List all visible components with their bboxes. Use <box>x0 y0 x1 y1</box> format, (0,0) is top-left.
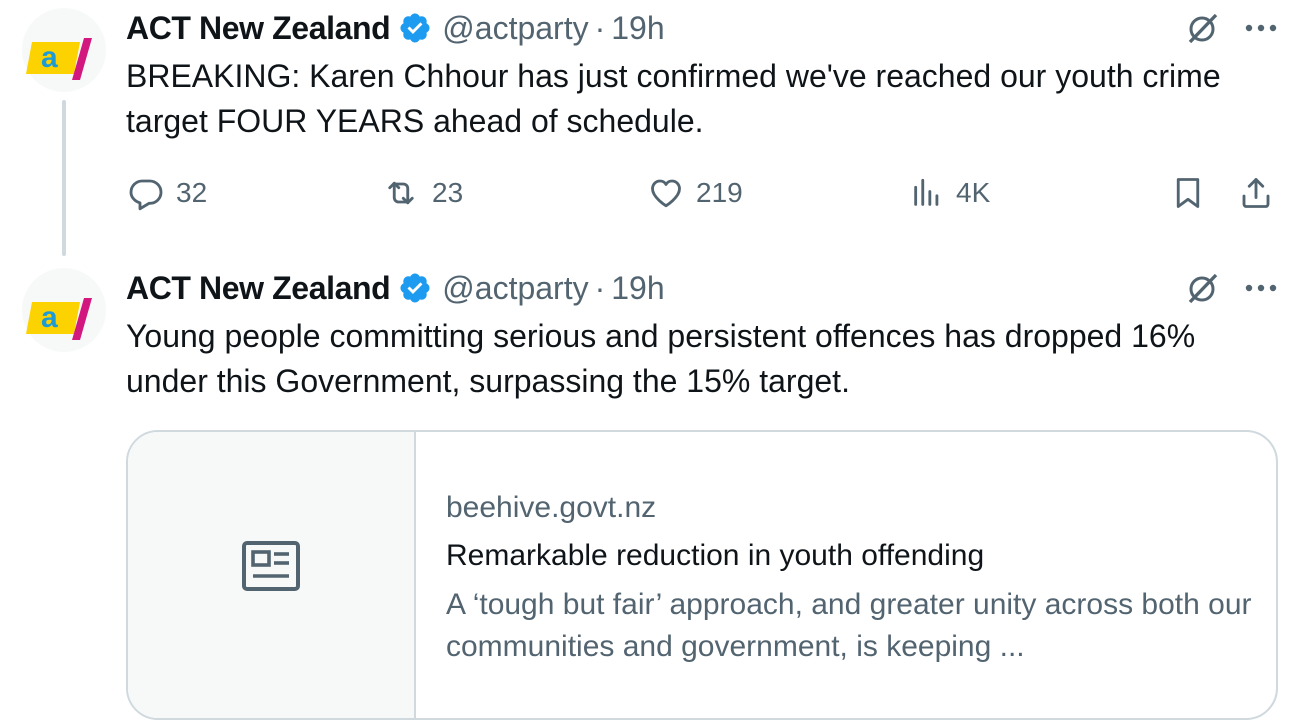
timestamp[interactable]: 19h <box>611 10 664 47</box>
bookmark-button[interactable] <box>1170 170 1206 216</box>
article-icon <box>242 540 300 596</box>
avatar[interactable]: a <box>22 8 106 92</box>
tweet-top-icons <box>1186 6 1278 50</box>
reply-icon <box>128 175 164 211</box>
link-preview-card[interactable]: beehive.govt.nz Remarkable reduction in … <box>126 430 1278 720</box>
display-name[interactable]: ACT New Zealand <box>126 270 391 307</box>
svg-text:a: a <box>41 41 58 74</box>
heart-icon <box>648 175 684 211</box>
grok-icon[interactable] <box>1186 11 1220 45</box>
svg-text:a: a <box>41 301 58 334</box>
card-text: beehive.govt.nz Remarkable reduction in … <box>446 486 1256 668</box>
verified-badge-icon[interactable] <box>398 271 432 305</box>
retweet-button[interactable]: 23 <box>382 170 463 216</box>
reply-button[interactable]: 32 <box>128 170 207 216</box>
reply-count: 32 <box>176 177 208 208</box>
separator-dot: · <box>594 269 606 306</box>
tweet-header: ACT New Zealand @actparty · 19h <box>126 6 665 50</box>
handle[interactable]: @actparty <box>442 10 588 47</box>
separator-dot: · <box>594 9 606 46</box>
tweet-text: Young people committing serious and pers… <box>126 318 1196 399</box>
share-icon <box>1238 175 1274 211</box>
avatar[interactable]: a <box>22 268 106 352</box>
tweet-actions: 32 23 219 4K <box>126 170 1278 216</box>
act-party-logo-icon: a <box>26 298 92 340</box>
thread-connector-line <box>62 100 66 256</box>
handle[interactable]: @actparty <box>442 270 588 307</box>
like-count: 219 <box>696 177 743 208</box>
display-name[interactable]: ACT New Zealand <box>126 10 391 47</box>
share-button[interactable] <box>1238 170 1274 216</box>
views-button[interactable]: 4K <box>910 170 990 216</box>
tweet-header: ACT New Zealand @actparty · 19h <box>126 266 665 310</box>
more-options-icon[interactable] <box>1244 23 1278 33</box>
act-party-logo-icon: a <box>26 38 92 80</box>
tweet-2[interactable]: a ACT New Zealand @actparty · 19h Young … <box>0 260 1300 720</box>
retweet-count: 23 <box>432 177 464 208</box>
view-count: 4K <box>956 177 991 208</box>
tweet-text: BREAKING: Karen Chhour has just confirme… <box>126 58 1221 139</box>
card-domain: beehive.govt.nz <box>446 491 657 524</box>
retweet-icon <box>382 175 420 211</box>
timestamp[interactable]: 19h <box>611 270 664 307</box>
card-title: Remarkable reduction in youth offending <box>446 539 985 572</box>
like-button[interactable]: 219 <box>648 170 743 216</box>
grok-icon[interactable] <box>1186 271 1220 305</box>
tweet-top-icons <box>1186 266 1278 310</box>
card-thumbnail <box>128 432 416 718</box>
verified-badge-icon[interactable] <box>398 11 432 45</box>
tweet-1[interactable]: a ACT New Zealand @actparty · 19h BREAKI… <box>0 0 1300 260</box>
more-options-icon[interactable] <box>1244 283 1278 293</box>
bookmark-icon <box>1170 175 1206 211</box>
card-description: A ‘tough but fair’ approach, and greater… <box>446 588 1252 663</box>
analytics-icon <box>910 175 944 211</box>
